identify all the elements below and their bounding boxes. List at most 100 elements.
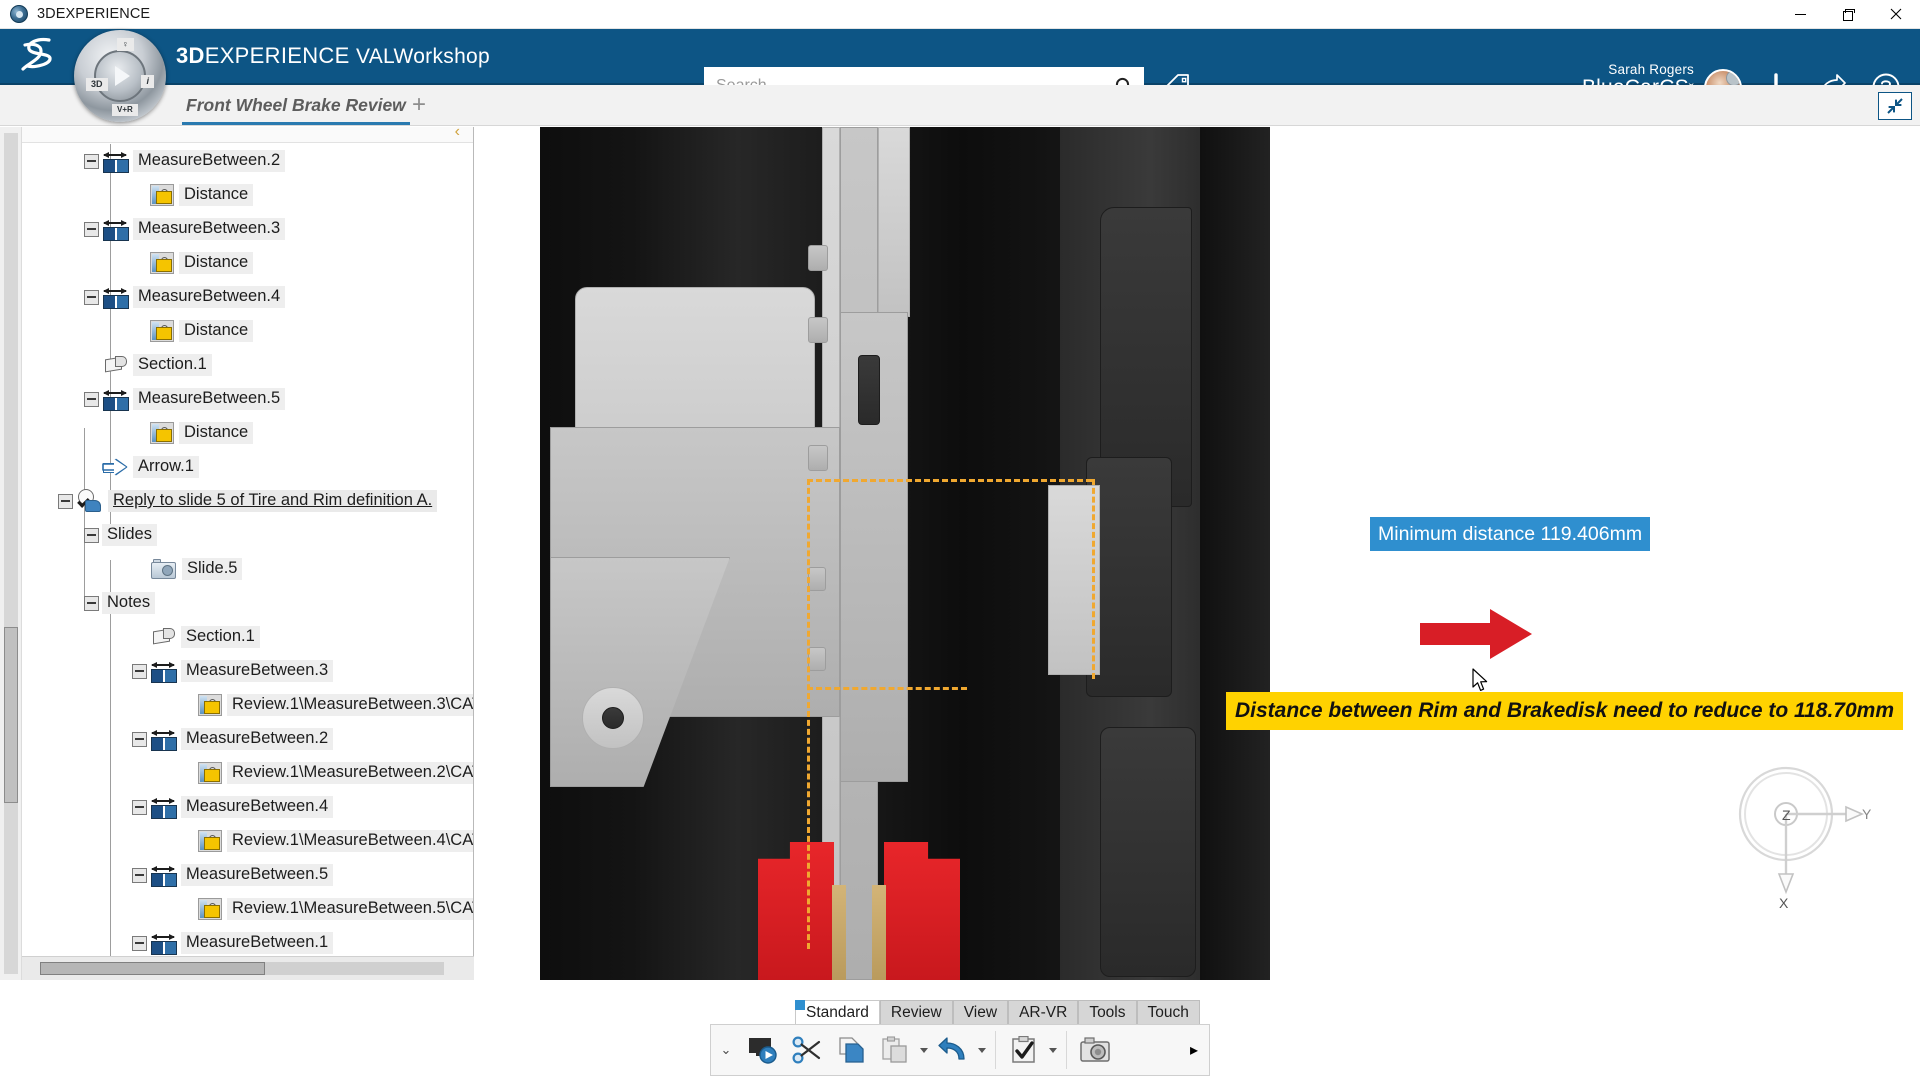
validate-button[interactable] <box>1002 1028 1046 1072</box>
tree-node-label: Review.1\MeasureBetween.3\CAT_DI <box>227 694 474 716</box>
tree-expander-toggle[interactable] <box>132 732 147 747</box>
monitor-play-button[interactable] <box>741 1028 785 1072</box>
maximize-button[interactable] <box>1824 0 1872 29</box>
capture-button[interactable] <box>1073 1028 1117 1072</box>
tree-node[interactable]: MeasureBetween.3 <box>84 212 285 246</box>
measure-between-icon <box>150 796 176 818</box>
minimize-button[interactable] <box>1776 0 1824 29</box>
distance-lock-icon <box>198 762 222 784</box>
tree-node[interactable]: Slide.5 <box>132 552 242 586</box>
tree-node[interactable]: MeasureBetween.5 <box>132 858 333 892</box>
tree-node-label: MeasureBetween.4 <box>181 796 333 818</box>
tire-outer-wall <box>1200 127 1270 980</box>
action-tab-view[interactable]: View <box>953 1000 1008 1024</box>
tree-node-label: Distance <box>179 252 253 274</box>
action-bar-expand-chevron[interactable]: ⌄ <box>711 1042 741 1058</box>
tree-node[interactable]: Distance <box>132 246 253 280</box>
outer-vertical-scrollbar[interactable] <box>0 127 22 980</box>
tree-expander-toggle[interactable] <box>132 936 147 951</box>
tree-node[interactable]: MeasureBetween.4 <box>132 790 333 824</box>
close-button[interactable] <box>1872 0 1920 29</box>
axis-triad-widget[interactable]: Z Y X <box>1734 762 1874 912</box>
tree-node[interactable]: Review.1\MeasureBetween.2\CAT_DI <box>180 756 474 790</box>
copy-button[interactable] <box>829 1028 873 1072</box>
tree-node[interactable]: Review.1\MeasureBetween.5\CAT_DI <box>180 892 474 926</box>
tree-node[interactable]: Review.1\MeasureBetween.3\CAT_DI <box>180 688 474 722</box>
tree-panel-header: ‹ <box>22 127 474 143</box>
distance-lock-icon <box>150 252 174 274</box>
collapse-panel-button[interactable] <box>1878 92 1912 120</box>
brake-pad-right <box>884 842 960 980</box>
tree-indent-spacer <box>180 834 198 849</box>
tree-expander-toggle[interactable] <box>84 154 99 169</box>
tree-indent-spacer <box>132 256 150 271</box>
tree-expander-toggle[interactable] <box>132 664 147 679</box>
tree-node[interactable]: MeasureBetween.1 <box>132 926 333 960</box>
scrollbar-thumb[interactable] <box>40 962 265 975</box>
scrollbar-thumb[interactable] <box>4 627 18 803</box>
tree-node-label: Reply to slide 5 of Tire and Rim definit… <box>108 490 437 512</box>
paste-button[interactable] <box>873 1028 917 1072</box>
tree-expander-toggle[interactable] <box>84 596 99 611</box>
tree-expander-toggle[interactable] <box>132 800 147 815</box>
tree-node[interactable]: Reply to slide 5 of Tire and Rim definit… <box>58 484 437 518</box>
dassault-systemes-logo-icon[interactable] <box>18 36 66 76</box>
tree-node[interactable]: Notes <box>84 586 155 620</box>
action-bar-more-button[interactable]: ▸ <box>1179 1028 1209 1072</box>
tree-node[interactable]: MeasureBetween.2 <box>132 722 333 756</box>
measure-dimension-line <box>807 479 1092 482</box>
undo-button[interactable] <box>931 1028 975 1072</box>
tree-expander-toggle[interactable] <box>84 290 99 305</box>
arrow-annotation-icon <box>102 458 128 476</box>
tree-node[interactable]: Section.1 <box>132 620 260 654</box>
action-bar[interactable]: ⌄ <box>710 1024 1210 1076</box>
action-tab-review[interactable]: Review <box>880 1000 953 1024</box>
tree-node[interactable]: MeasureBetween.3 <box>132 654 333 688</box>
scrollbar-track[interactable] <box>4 133 18 974</box>
tree-node[interactable]: Section.1 <box>84 348 212 382</box>
tree-node[interactable]: Distance <box>132 178 253 212</box>
tree-expander-toggle[interactable] <box>132 868 147 883</box>
tree-node-label: Notes <box>102 592 155 614</box>
action-tab-ar-vr[interactable]: AR-VR <box>1008 1000 1078 1024</box>
3d-compass-widget[interactable]: 3D i V+R ♀ <box>74 30 166 122</box>
tree-node[interactable]: MeasureBetween.4 <box>84 280 285 314</box>
compass-play-button[interactable] <box>94 50 146 102</box>
collapse-expand-icon <box>1885 96 1905 116</box>
paste-dropdown-caret[interactable] <box>917 1028 931 1072</box>
action-bar-tabs[interactable]: StandardReviewViewAR-VRToolsTouch <box>795 1000 1200 1024</box>
tree-expander-toggle[interactable] <box>84 222 99 237</box>
action-tab-touch[interactable]: Touch <box>1137 1000 1200 1024</box>
tree-node[interactable]: Slides <box>84 518 157 552</box>
toolbar-divider <box>1066 1031 1067 1069</box>
tree-node[interactable]: Arrow.1 <box>84 450 199 484</box>
add-tab-button[interactable]: + <box>412 95 426 115</box>
tree-scroll-area[interactable]: MeasureBetween.2DistanceMeasureBetween.3… <box>22 144 474 950</box>
validate-dropdown-caret[interactable] <box>1046 1028 1060 1072</box>
3d-scene[interactable] <box>540 127 1920 980</box>
undo-dropdown-caret[interactable] <box>975 1028 989 1072</box>
measure-between-icon <box>150 660 176 682</box>
tree-expander-toggle[interactable] <box>84 392 99 407</box>
action-tab-tools[interactable]: Tools <box>1078 1000 1136 1024</box>
brake-pad-left <box>758 842 834 980</box>
chevron-down-icon <box>920 1048 928 1053</box>
tree-expander-toggle[interactable] <box>58 494 73 509</box>
tree-expander-toggle[interactable] <box>84 528 99 543</box>
workspace-name: VALWorkshop <box>356 45 490 68</box>
cut-button[interactable] <box>785 1028 829 1072</box>
tree-node[interactable]: Review.1\MeasureBetween.4\CAT_DI <box>180 824 474 858</box>
tree-node[interactable]: Distance <box>132 416 253 450</box>
3d-viewport[interactable]: Minimum distance 119.406mm Distance betw… <box>475 127 1920 980</box>
chevron-left-icon[interactable]: ‹ <box>455 127 460 141</box>
tree-indent-spacer <box>132 426 150 441</box>
action-tab-standard[interactable]: Standard <box>795 1000 880 1024</box>
tree-node[interactable]: MeasureBetween.2 <box>84 144 285 178</box>
measure-extension-line-right <box>1092 479 1095 679</box>
distance-lock-icon <box>198 898 222 920</box>
tree-node[interactable]: MeasureBetween.5 <box>84 382 285 416</box>
tree-node-label: MeasureBetween.2 <box>133 150 285 172</box>
tree-node[interactable]: Distance <box>132 314 253 348</box>
tab-front-wheel-brake-review[interactable]: Front Wheel Brake Review <box>182 89 410 125</box>
tree-horizontal-scrollbar[interactable] <box>22 956 474 980</box>
